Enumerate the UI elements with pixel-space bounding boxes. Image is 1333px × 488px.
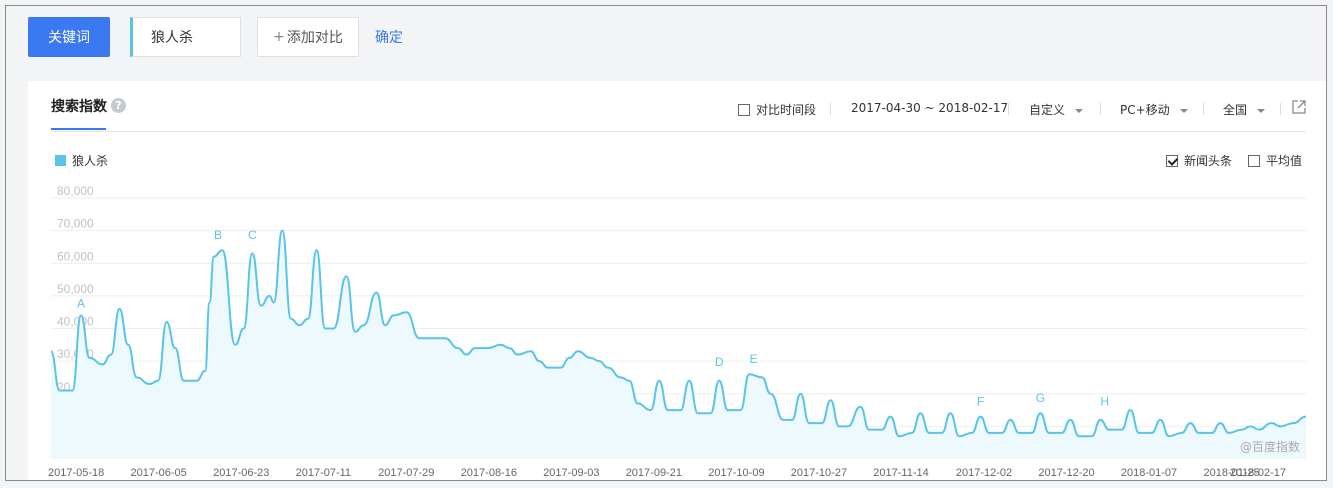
annotation-label: C: [248, 228, 257, 242]
add-compare-button[interactable]: + 添加对比: [257, 17, 359, 57]
y-tick-label: 50,000: [57, 282, 94, 296]
x-tick-label: 2017-06-05: [131, 467, 187, 479]
watermark: @百度指数: [1240, 440, 1301, 454]
x-tick-label: 2017-09-03: [543, 467, 599, 479]
y-tick-label: 60,000: [57, 249, 94, 263]
y-tick-label: 40,000: [57, 315, 94, 329]
x-tick-label: 2017-05-18: [48, 467, 104, 479]
x-tick-label: 2018-01-07: [1121, 467, 1177, 479]
x-tick-label: 2017-12-20: [1038, 467, 1094, 479]
x-tick-label: 2017-08-16: [461, 467, 517, 479]
search-index-chart: 10,00020,00030,00040,00050,00060,00070,0…: [48, 184, 1307, 479]
annotation-label: F: [977, 394, 984, 408]
annotation-label: D: [715, 355, 724, 369]
x-tick-label: 2017-12-02: [956, 467, 1012, 479]
y-tick-label: 80,000: [57, 184, 94, 198]
keyword-input[interactable]: 狼人杀: [130, 17, 241, 57]
search-index-panel: 搜索指数 ? 对比时间段 2017-04-30 ~ 2018-02-17 自定义…: [28, 81, 1326, 480]
x-tick-label: 2017-10-27: [791, 467, 847, 479]
x-tick-label: 2017-09-21: [626, 467, 682, 479]
annotation-label: H: [1100, 394, 1109, 408]
add-compare-label: 添加对比: [286, 30, 343, 46]
x-tick-label: 2018-02-17: [1230, 467, 1286, 479]
x-tick-label: 2017-06-23: [213, 467, 269, 479]
series-area: [51, 230, 1306, 459]
y-tick-label: 70,000: [57, 217, 94, 231]
app-frame: 关键词 狼人杀 + 添加对比 确定 搜索指数 ? 对比时间段 2017-04-3…: [5, 5, 1327, 481]
x-tick-label: 2017-07-11: [296, 467, 351, 479]
confirm-link[interactable]: 确定: [375, 27, 403, 47]
annotation-label: B: [214, 228, 222, 242]
keyword-button[interactable]: 关键词: [28, 17, 110, 57]
annotation-label: E: [749, 352, 757, 366]
x-tick-label: 2017-11-14: [873, 467, 928, 479]
annotation-label: A: [77, 296, 85, 310]
annotation-label: G: [1036, 391, 1045, 405]
x-tick-label: 2017-07-29: [378, 467, 434, 479]
plus-icon: +: [273, 29, 285, 45]
x-tick-label: 2017-10-09: [708, 467, 764, 479]
